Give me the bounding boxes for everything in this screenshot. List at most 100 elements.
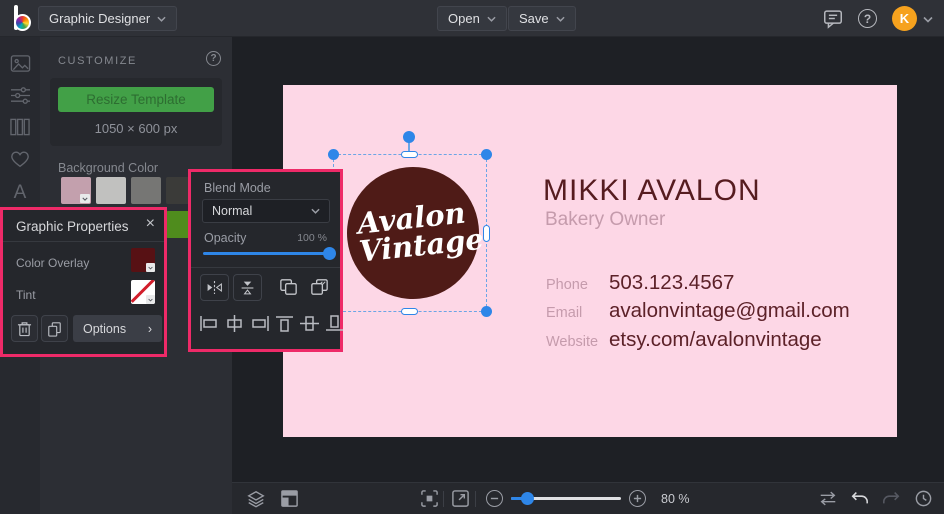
selection-box[interactable] [328, 149, 492, 317]
redo-button[interactable] [882, 489, 901, 507]
card-role-text[interactable]: Bakery Owner [545, 209, 665, 231]
email-value: avalonvintage@gmail.com [609, 299, 850, 322]
phone-value: 503.123.4567 [609, 271, 735, 294]
bring-forward-icon [280, 279, 297, 295]
feedback-chat-icon[interactable] [822, 8, 844, 29]
website-value: etsy.com/avalonvintage [609, 328, 822, 351]
app-menu-label: Graphic Designer [49, 11, 151, 26]
chevron-down-icon [556, 16, 565, 22]
chevron-down-icon [157, 16, 166, 22]
text-tool-icon[interactable]: A [9, 182, 31, 204]
swatch-dropdown-marker[interactable] [146, 295, 155, 304]
send-backward-button[interactable] [308, 276, 332, 300]
opacity-slider[interactable] [203, 247, 336, 260]
favorites-heart-icon[interactable] [9, 148, 31, 170]
bg-swatch-light-gray[interactable] [96, 177, 126, 204]
align-right-button[interactable] [249, 315, 270, 332]
phone-label: Phone [546, 277, 588, 293]
expand-icon [452, 490, 469, 507]
zoom-out-button[interactable] [486, 490, 503, 507]
resize-handle-top[interactable] [401, 151, 418, 158]
opacity-label: Opacity [204, 231, 247, 245]
send-backward-icon [311, 279, 328, 295]
chevron-down-icon [487, 16, 496, 22]
fit-to-screen-button[interactable] [420, 489, 439, 508]
swatch-dropdown-marker[interactable] [80, 194, 90, 203]
chevron-down-icon [311, 208, 320, 214]
email-label: Email [546, 305, 583, 321]
blend-mode-label: Blend Mode [204, 181, 271, 195]
resize-template-button[interactable]: Resize Template [58, 87, 214, 112]
duplicate-button[interactable] [41, 315, 68, 342]
avatar[interactable]: K [892, 6, 917, 31]
website-label: Website [546, 334, 599, 350]
bg-swatch-gray[interactable] [131, 177, 161, 204]
fullscreen-button[interactable] [451, 489, 470, 508]
zoom-slider-handle[interactable] [521, 491, 534, 505]
fit-icon [421, 490, 438, 507]
top-bar: Graphic Designer Open Save ? K [0, 0, 944, 37]
layers-icon [247, 490, 265, 508]
compare-button[interactable] [818, 489, 838, 508]
resize-handle-bottom-right[interactable] [481, 306, 492, 317]
trash-icon [17, 321, 32, 336]
adjust-icon[interactable] [9, 84, 31, 106]
templates-icon[interactable] [9, 116, 31, 138]
customize-panel-title: CUSTOMIZE [58, 55, 137, 67]
resize-handle-top-right[interactable] [481, 149, 492, 160]
save-button[interactable]: Save [508, 6, 576, 31]
template-manager-button[interactable] [280, 489, 299, 508]
layers-button[interactable] [246, 489, 266, 509]
align-bottom-button[interactable] [324, 315, 345, 332]
save-label: Save [519, 11, 549, 26]
history-button[interactable] [914, 489, 933, 508]
plus-icon [633, 494, 642, 503]
align-center-horizontal-button[interactable] [224, 315, 245, 332]
customize-help-icon[interactable]: ? [206, 51, 221, 66]
flip-horizontal-button[interactable] [200, 274, 229, 301]
rotate-handle[interactable] [403, 131, 415, 143]
flip-horizontal-icon [207, 281, 222, 294]
zoom-in-button[interactable] [629, 490, 646, 507]
bring-forward-button[interactable] [277, 276, 301, 300]
undo-button[interactable] [850, 489, 869, 507]
bg-swatch-pink[interactable] [61, 177, 91, 204]
delete-button[interactable] [11, 315, 38, 342]
graphic-properties-title: Graphic Properties [16, 219, 129, 234]
befunky-logo-icon[interactable] [11, 5, 35, 32]
align-left-button[interactable] [199, 315, 220, 332]
zoom-slider[interactable] [511, 491, 621, 505]
swatch-dropdown-marker[interactable] [146, 263, 155, 272]
tint-label: Tint [16, 288, 36, 302]
blend-mode-select[interactable]: Normal [202, 199, 330, 223]
align-center-vertical-button[interactable] [299, 315, 320, 332]
resize-handle-top-left[interactable] [328, 149, 339, 160]
close-icon[interactable]: × [146, 215, 155, 233]
tint-swatch-none[interactable] [131, 280, 155, 304]
app-menu-button[interactable]: Graphic Designer [38, 6, 178, 31]
options-button[interactable]: Options › [73, 315, 162, 342]
resize-handle-bottom[interactable] [401, 308, 418, 315]
card-name-text[interactable]: MIKKI AVALON [543, 174, 761, 208]
color-overlay-swatch[interactable] [131, 248, 155, 272]
layout-icon [281, 490, 298, 507]
redo-icon [883, 492, 900, 504]
undo-icon [851, 492, 868, 504]
contact-row-phone[interactable]: Phone 503.123.4567 [546, 271, 734, 295]
opacity-slider-handle[interactable] [323, 247, 336, 260]
copy-icon [48, 321, 61, 337]
flip-vertical-button[interactable] [233, 274, 262, 301]
contact-row-website[interactable]: Website etsy.com/avalonvintage [546, 328, 822, 352]
image-manager-icon[interactable] [9, 52, 31, 74]
help-icon[interactable]: ? [858, 9, 877, 28]
zoom-level-value: 80 % [661, 492, 690, 506]
open-button[interactable]: Open [437, 6, 507, 31]
contact-row-email[interactable]: Email avalonvintage@gmail.com [546, 299, 850, 323]
avatar-initial: K [899, 11, 910, 26]
history-clock-icon [915, 490, 932, 507]
chevron-right-icon: › [147, 321, 152, 336]
blend-mode-value: Normal [212, 204, 253, 218]
account-chevron-down-icon[interactable] [923, 16, 933, 23]
align-top-button[interactable] [274, 315, 295, 332]
resize-handle-right[interactable] [483, 225, 490, 242]
